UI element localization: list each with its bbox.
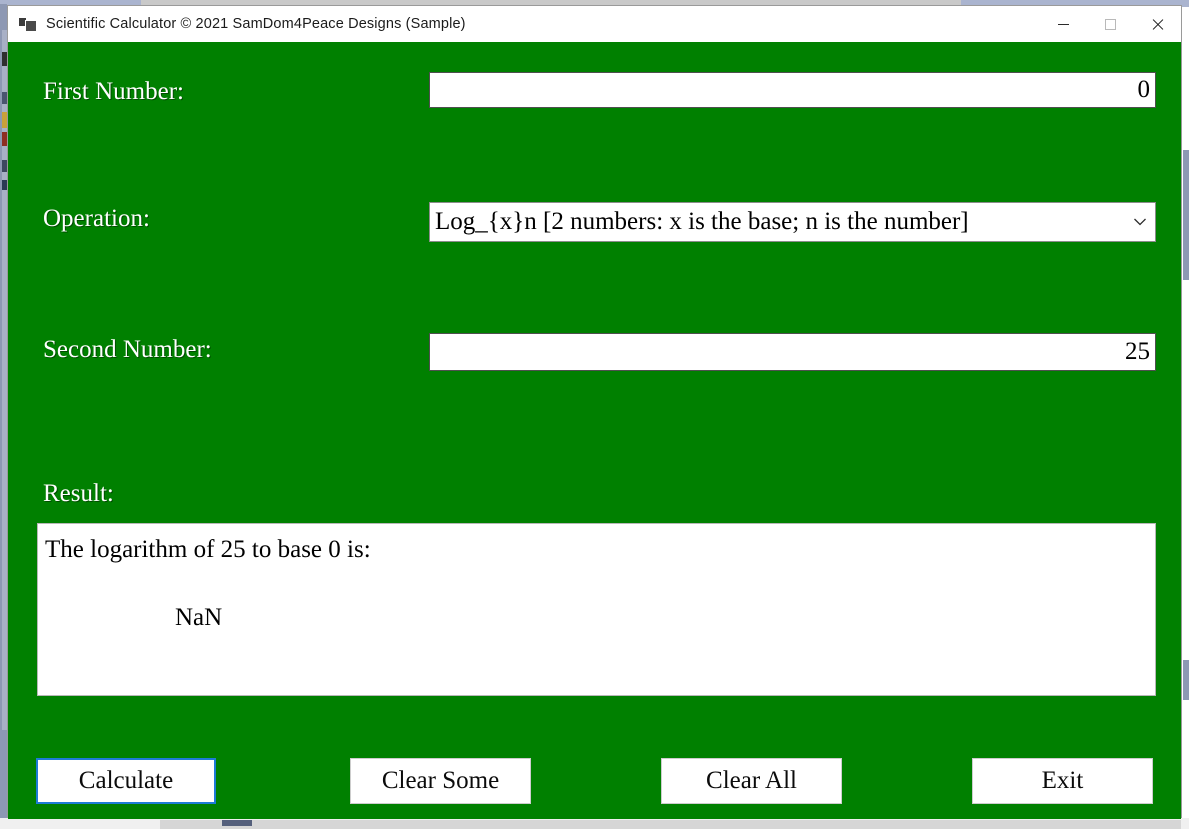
result-output-box[interactable]: The logarithm of 25 to base 0 is: NaN bbox=[37, 523, 1156, 696]
form-client-area: First Number: 0 Operation: Log_{x}n [2 n… bbox=[8, 42, 1181, 819]
first-number-label: First Number: bbox=[43, 78, 184, 105]
screen: Scientific Calculator © 2021 SamDom4Peac… bbox=[0, 0, 1189, 829]
exit-button[interactable]: Exit bbox=[972, 758, 1153, 804]
operation-dropdown[interactable]: Log_{x}n [2 numbers: x is the base; n is… bbox=[429, 202, 1156, 242]
maximize-button[interactable] bbox=[1087, 6, 1134, 42]
result-text-line-2: NaN bbox=[175, 604, 223, 631]
first-number-input[interactable]: 0 bbox=[429, 72, 1156, 108]
close-icon bbox=[1151, 18, 1164, 31]
background-window-bottom-tab bbox=[222, 820, 252, 826]
result-text-line-1: The logarithm of 25 to base 0 is: bbox=[45, 536, 371, 563]
operation-selected-value: Log_{x}n [2 numbers: x is the base; n is… bbox=[435, 208, 969, 235]
chevron-down-icon bbox=[1125, 217, 1155, 227]
calculate-button[interactable]: Calculate bbox=[36, 758, 216, 804]
app-window-icon bbox=[19, 16, 37, 32]
minimize-icon bbox=[1058, 23, 1069, 25]
calculator-window: Scientific Calculator © 2021 SamDom4Peac… bbox=[7, 5, 1182, 819]
second-number-input[interactable]: 25 bbox=[429, 333, 1156, 371]
clear-all-button[interactable]: Clear All bbox=[661, 758, 842, 804]
background-window-bottom bbox=[160, 820, 1181, 829]
second-number-label: Second Number: bbox=[43, 336, 212, 363]
operation-label: Operation: bbox=[43, 205, 150, 232]
result-label: Result: bbox=[43, 480, 114, 507]
background-window-right-chunk bbox=[1183, 150, 1189, 280]
minimize-button[interactable] bbox=[1040, 6, 1087, 42]
window-title: Scientific Calculator © 2021 SamDom4Peac… bbox=[46, 16, 466, 32]
clear-some-button[interactable]: Clear Some bbox=[350, 758, 531, 804]
title-bar[interactable]: Scientific Calculator © 2021 SamDom4Peac… bbox=[8, 6, 1181, 42]
window-controls bbox=[1040, 6, 1181, 42]
background-window-right-chunk bbox=[1183, 660, 1189, 700]
maximize-icon bbox=[1105, 18, 1116, 30]
close-button[interactable] bbox=[1134, 6, 1181, 42]
